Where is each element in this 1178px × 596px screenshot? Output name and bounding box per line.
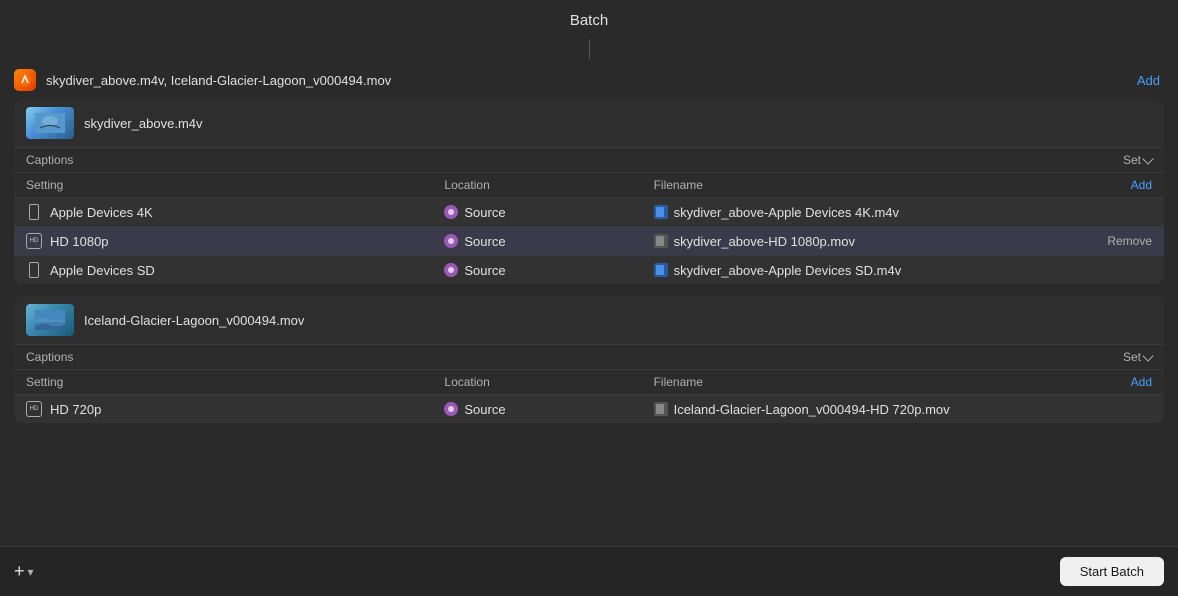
file-icon-0: [654, 205, 668, 219]
hd-720p-icon: HD: [26, 401, 42, 417]
file1-row-1[interactable]: HD HD 1080p Source skydiver_above-HD 108…: [14, 227, 1164, 256]
file2-col-location: Location: [444, 375, 653, 389]
file2-name: Iceland-Glacier-Lagoon_v000494.mov: [84, 313, 304, 328]
file2-set-dropdown[interactable]: Set: [1123, 350, 1152, 364]
file1-col-location: Location: [444, 178, 653, 192]
file2-header: Iceland-Glacier-Lagoon_v000494.mov: [14, 296, 1164, 344]
add-chevron-icon: ▾: [28, 565, 34, 579]
location-purple-icon-1: [444, 234, 458, 248]
file2-set-label: Set: [1123, 350, 1141, 364]
main-content: skydiver_above.m4v Captions Set Setting …: [0, 99, 1178, 546]
file1-header: skydiver_above.m4v: [14, 99, 1164, 147]
file1-thumb-image: [26, 107, 74, 139]
group-add-button[interactable]: Add: [1133, 71, 1164, 90]
file1-row1-action[interactable]: Remove: [1072, 234, 1152, 248]
window-title: Batch: [0, 12, 1178, 39]
file1-captions-label: Captions: [26, 153, 73, 167]
apple-devices-sd-icon: [26, 262, 42, 278]
file-icon-1: [654, 234, 668, 248]
file1-col-add[interactable]: Add: [1072, 178, 1152, 192]
add-bottom-button[interactable]: + ▾: [14, 561, 34, 582]
file2-section: Iceland-Glacier-Lagoon_v000494.mov Capti…: [14, 296, 1164, 423]
file1-row-2[interactable]: Apple Devices SD Source skydiver_above-A…: [14, 256, 1164, 284]
file1-row1-location: Source: [444, 234, 653, 249]
file1-row0-setting-text: Apple Devices 4K: [50, 205, 153, 220]
file2-col-headers: Setting Location Filename Add: [14, 369, 1164, 395]
file2-row0-filename-text: Iceland-Glacier-Lagoon_v000494-HD 720p.m…: [674, 402, 950, 417]
file2-row0-setting: HD HD 720p: [26, 401, 444, 417]
app-icon: [14, 69, 36, 91]
file1-row1-filename-text: skydiver_above-HD 1080p.mov: [674, 234, 855, 249]
file-icon-3: [654, 402, 668, 416]
file1-row1-setting-text: HD 1080p: [50, 234, 109, 249]
file2-header-left: Iceland-Glacier-Lagoon_v000494.mov: [26, 304, 304, 336]
file1-row2-location-text: Source: [464, 263, 505, 278]
location-purple-icon-2: [444, 263, 458, 277]
file1-header-left: skydiver_above.m4v: [26, 107, 203, 139]
file1-row1-filename: skydiver_above-HD 1080p.mov: [654, 234, 1072, 249]
start-batch-button[interactable]: Start Batch: [1060, 557, 1164, 586]
file1-set-label: Set: [1123, 153, 1141, 167]
file2-thumbnail: [26, 304, 74, 336]
file1-row0-location-text: Source: [464, 205, 505, 220]
file1-row1-setting: HD HD 1080p: [26, 233, 444, 249]
file2-row0-location: Source: [444, 402, 653, 417]
file1-captions-row: Captions Set: [14, 147, 1164, 172]
file1-row2-filename: skydiver_above-Apple Devices SD.m4v: [654, 263, 1072, 278]
file1-section: skydiver_above.m4v Captions Set Setting …: [14, 99, 1164, 284]
file2-captions-row: Captions Set: [14, 344, 1164, 369]
location-purple-icon-3: [444, 402, 458, 416]
file1-row1-location-text: Source: [464, 234, 505, 249]
file1-col-setting: Setting: [26, 178, 444, 192]
file1-row2-setting-text: Apple Devices SD: [50, 263, 155, 278]
file1-name: skydiver_above.m4v: [84, 116, 203, 131]
bottom-bar: + ▾ Start Batch: [0, 546, 1178, 596]
file1-row0-location: Source: [444, 205, 653, 220]
file1-row0-filename: skydiver_above-Apple Devices 4K.m4v: [654, 205, 1072, 220]
file1-row2-filename-text: skydiver_above-Apple Devices SD.m4v: [674, 263, 902, 278]
add-icon: +: [14, 561, 25, 582]
file2-col-filename: Filename: [654, 375, 1072, 389]
file2-captions-label: Captions: [26, 350, 73, 364]
file1-row0-setting: Apple Devices 4K: [26, 204, 444, 220]
file1-col-filename: Filename: [654, 178, 1072, 192]
file2-col-setting: Setting: [26, 375, 444, 389]
file2-row0-location-text: Source: [464, 402, 505, 417]
file1-row2-location: Source: [444, 263, 653, 278]
app-icon-row: skydiver_above.m4v, Iceland-Glacier-Lago…: [0, 59, 1178, 99]
app-header-title: skydiver_above.m4v, Iceland-Glacier-Lago…: [46, 73, 1123, 88]
file1-col-headers: Setting Location Filename Add: [14, 172, 1164, 198]
file2-set-chevron-icon: [1142, 350, 1153, 361]
file1-thumbnail: [26, 107, 74, 139]
apple-devices-4k-icon: [26, 204, 42, 220]
file2-row0-setting-text: HD 720p: [50, 402, 101, 417]
file2-row0-filename: Iceland-Glacier-Lagoon_v000494-HD 720p.m…: [654, 402, 1072, 417]
file1-set-dropdown[interactable]: Set: [1123, 153, 1152, 167]
title-area: Batch: [0, 0, 1178, 59]
file-icon-2: [654, 263, 668, 277]
title-divider: [589, 39, 590, 59]
file1-set-chevron-icon: [1142, 153, 1153, 164]
file1-row0-filename-text: skydiver_above-Apple Devices 4K.m4v: [674, 205, 899, 220]
location-purple-icon-0: [444, 205, 458, 219]
file2-row-0[interactable]: HD HD 720p Source Iceland-Glacier-Lagoon…: [14, 395, 1164, 423]
file2-col-add[interactable]: Add: [1072, 375, 1152, 389]
hd-1080p-icon: HD: [26, 233, 42, 249]
file1-row-0[interactable]: Apple Devices 4K Source skydiver_above-A…: [14, 198, 1164, 227]
bottom-left: + ▾: [14, 561, 34, 582]
file1-row2-setting: Apple Devices SD: [26, 262, 444, 278]
file2-thumb-image: [26, 304, 74, 336]
